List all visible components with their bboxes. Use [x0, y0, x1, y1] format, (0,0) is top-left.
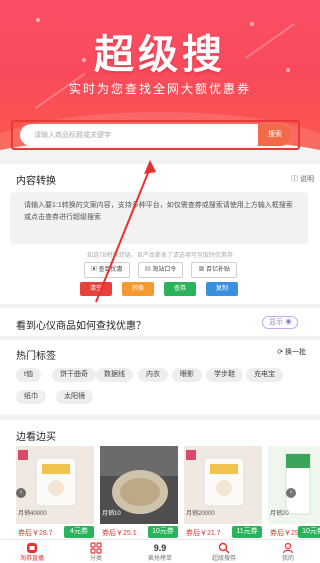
coupon-badge: 10元券 — [298, 526, 320, 538]
product-price: 券后￥25.1 — [102, 530, 137, 537]
product-sales: 月销40000 — [18, 511, 47, 517]
hot-tag[interactable]: 内衣 — [138, 368, 168, 382]
tool-button-label: 查到优惠 — [98, 267, 123, 273]
bottom-tab-bar: 淘券直播 分类 9.9 疯抢榜单 超级搜券 我的 — [0, 539, 320, 563]
coupon-badge: 4元券 — [64, 526, 94, 538]
tool-button[interactable]: ▤ 淘站口令 — [137, 262, 184, 278]
product-sales: 月销20 — [270, 511, 289, 517]
copy-button[interactable]: 复制 — [206, 282, 238, 296]
convert-textarea[interactable]: 请输入要1:1转换的文案内容，支持多种平台，如仅需查券或搜索请使用上方输入框搜索… — [10, 192, 308, 244]
search-input[interactable] — [20, 124, 260, 146]
subsidy-icon: ▦ — [198, 267, 207, 273]
check-coupon-button[interactable]: 查券 — [164, 282, 196, 296]
section-title: 热门标签 — [16, 351, 56, 362]
product-card[interactable]: 月销40000 券后￥28.7 4元券 — [16, 446, 94, 538]
refresh-button[interactable]: ⟳ 换一批 — [277, 347, 306, 357]
tool-button[interactable]: ▦ 百亿补贴 — [191, 262, 238, 278]
hero-title: 超级搜 — [94, 32, 226, 78]
hot-tag[interactable]: 饼干曲奇 — [52, 368, 96, 382]
help-icon: ⓘ — [291, 176, 299, 183]
product-card[interactable]: 月销10 券后￥25.1 10元券 — [100, 446, 178, 538]
product-sales: 月销10 — [102, 511, 121, 517]
section-title: 边看边买 — [16, 432, 56, 443]
carousel-prev-icon[interactable]: ‹ — [16, 488, 26, 498]
product-price: 券后￥21.7 — [186, 530, 221, 537]
help-link[interactable]: ⓘ 说明 — [291, 174, 314, 184]
product-sales: 月销20000 — [186, 511, 215, 517]
coupon-icon: ▣ — [91, 267, 99, 273]
hot-tag[interactable]: 数据线 — [96, 368, 133, 382]
tab-label: 疯抢榜单 — [147, 556, 172, 562]
tab-category[interactable]: 分类 — [64, 540, 128, 563]
tab-live[interactable]: 淘券直播 — [0, 540, 64, 563]
tool-button-row: ▣ 查到优惠 ▤ 淘站口令 ▦ 百亿补贴 — [84, 262, 238, 278]
tab-super-search[interactable]: 超级搜券 — [192, 540, 256, 563]
product-card[interactable]: 月销20000 券后￥21.7 11元券 — [184, 446, 262, 538]
coupon-badge: 10元券 — [148, 526, 178, 538]
tab-label: 超级搜券 — [211, 556, 236, 562]
show-toggle-label: 显示 — [269, 319, 283, 326]
hot-tag[interactable]: 眼影 — [172, 368, 202, 382]
action-button-row: 清空 转换 查券 复制 — [80, 282, 238, 296]
hot-tag[interactable]: 太阳镜 — [56, 390, 93, 404]
refresh-icon: ⟳ — [277, 349, 285, 356]
hot-tags-card: 热门标签 ⟳ 换一批 t恤 饼干曲奇 数据线 内衣 眼影 学步鞋 充电宝 纸巾 … — [0, 340, 320, 414]
tab-label: 淘券直播 — [19, 556, 44, 562]
hot-tag[interactable]: 学步鞋 — [206, 368, 243, 382]
eye-icon: ◉ — [284, 319, 292, 326]
tool-button[interactable]: ▣ 查到优惠 — [84, 262, 130, 278]
carousel-next-icon[interactable]: › — [286, 488, 296, 498]
search-bar: 搜索 — [20, 124, 292, 146]
tool-button-label: 百亿补贴 — [206, 267, 231, 273]
coupon-badge: 11元券 — [232, 526, 262, 538]
hot-tag[interactable]: 充电宝 — [246, 368, 283, 382]
hero-subtitle: 实时为您查找全网大额优惠券 — [68, 82, 251, 96]
tab-ranking[interactable]: 9.9 疯抢榜单 — [128, 540, 192, 563]
tab-mine[interactable]: 我的 — [256, 540, 320, 563]
clear-button[interactable]: 清空 — [80, 282, 112, 296]
convert-button[interactable]: 转换 — [122, 282, 154, 296]
convert-note: 知选TB特殊转链、官产品拳发了请选项可包取时优惠券 — [87, 253, 233, 259]
tool-button-label: 淘站口令 — [152, 267, 177, 273]
refresh-label: 换一批 — [285, 349, 306, 356]
product-price: 券后￥28.7 — [18, 530, 53, 537]
help-question: 看到心仪商品如何查找优惠？ — [16, 321, 146, 332]
hot-tag[interactable]: t恤 — [16, 368, 41, 382]
help-label: 说明 — [300, 176, 314, 183]
show-toggle[interactable]: 显示 ◉ — [262, 316, 298, 329]
section-title: 内容转换 — [16, 176, 56, 187]
help-row[interactable]: 看到心仪商品如何查找优惠？ 显示 ◉ — [0, 308, 320, 336]
tab-label: 分类 — [89, 556, 102, 562]
search-button[interactable]: 搜索 — [258, 124, 292, 146]
hot-tag[interactable]: 纸巾 — [16, 390, 46, 404]
tab-label: 我的 — [281, 556, 294, 562]
content-convert-card: 内容转换 ⓘ 说明 请输入要1:1转换的文案内容，支持多种平台，如仅需查券或搜索… — [0, 164, 320, 304]
